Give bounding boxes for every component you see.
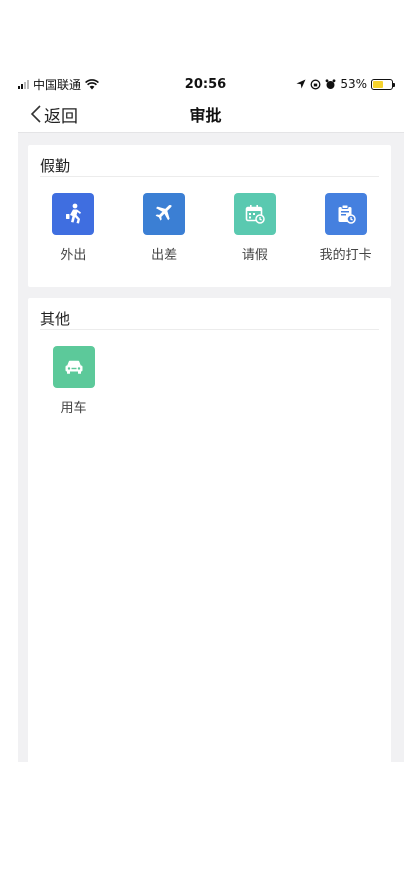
battery-icon (371, 78, 395, 90)
page-title: 审批 (189, 106, 222, 125)
signal-icon (18, 79, 29, 89)
navigation-bar: 返回 审批 (0, 96, 411, 132)
leave-section: 假勤 外出 出差 请假 我的打卡 (28, 145, 391, 287)
status-right: 53% (296, 77, 395, 91)
other-section: 其他 用车 (28, 298, 391, 762)
phone-screen: 中国联通 20:56 53% 返回 审批 假勤 外出 出差 请假 我的打卡 其他… (0, 0, 411, 893)
carrier-name: 中国联通 (33, 77, 82, 92)
battery-fill (373, 80, 383, 88)
battery-percent: 53% (340, 77, 367, 91)
rotation-lock-icon (310, 79, 321, 89)
grid-item-label: 请假 (241, 248, 268, 263)
status-bar: 中国联通 20:56 53% (18, 74, 395, 94)
approval-content: 假勤 外出 出差 请假 我的打卡 其他 用车 (18, 132, 404, 762)
airplane-icon (143, 193, 186, 235)
grid-item-business-trip[interactable]: 出差 (119, 193, 210, 263)
wifi-icon (85, 78, 99, 89)
grid-item-label: 外出 (60, 248, 87, 263)
clipboard-clock-icon (324, 193, 367, 235)
walking-person-icon (52, 193, 95, 235)
chevron-left-icon (30, 105, 41, 123)
calendar-clock-icon (233, 193, 276, 235)
status-left: 中国联通 (18, 76, 99, 93)
grid-item-label: 用车 (60, 401, 87, 416)
status-time: 20:56 (184, 76, 227, 92)
grid-item-my-clock-in[interactable]: 我的打卡 (300, 193, 391, 263)
car-icon (52, 346, 95, 388)
section-title-leave: 假勤 (40, 145, 379, 177)
section-title-other: 其他 (40, 298, 379, 330)
leave-grid: 外出 出差 请假 我的打卡 (28, 177, 391, 263)
alarm-icon (325, 78, 336, 89)
location-arrow-icon (296, 79, 306, 89)
grid-item-label: 我的打卡 (319, 248, 372, 263)
grid-item-vehicle[interactable]: 用车 (28, 346, 119, 416)
other-grid: 用车 (28, 330, 391, 416)
grid-item-label: 出差 (151, 248, 178, 263)
back-button[interactable]: 返回 (30, 102, 78, 127)
grid-item-outing[interactable]: 外出 (28, 193, 119, 263)
grid-item-leave-request[interactable]: 请假 (210, 193, 301, 263)
back-label: 返回 (44, 106, 78, 127)
